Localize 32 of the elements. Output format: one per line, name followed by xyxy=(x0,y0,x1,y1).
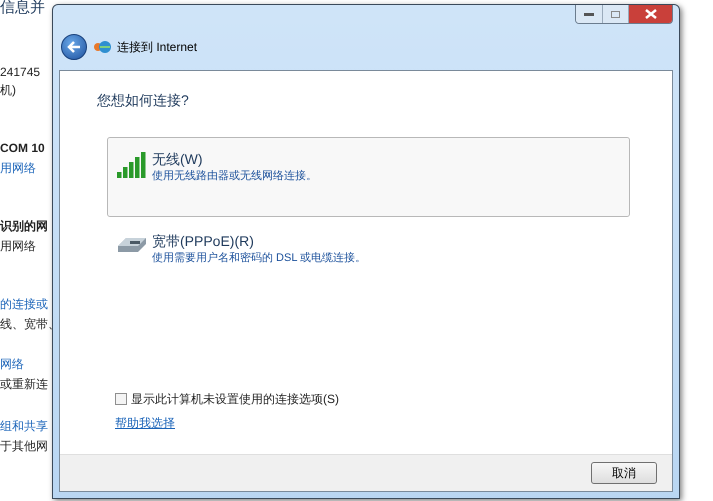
back-arrow-icon xyxy=(67,41,81,53)
cancel-button[interactable]: 取消 xyxy=(591,462,657,484)
background-text: 用网络 xyxy=(0,238,36,254)
option-title: 宽带(PPPoE)(R) xyxy=(152,232,255,250)
page-heading: 您想如何连接? xyxy=(97,91,190,110)
minimize-button[interactable] xyxy=(576,5,602,23)
connection-option[interactable]: 宽带(PPPoE)(R) 使用需要用户名和密码的 DSL 或电缆连接。 xyxy=(107,219,630,299)
checkbox-label: 显示此计算机未设置使用的连接选项(S) xyxy=(131,391,339,408)
background-text: 组和共享 xyxy=(0,418,48,434)
background-text: 241745 xyxy=(0,64,40,80)
help-link[interactable]: 帮助我选择 xyxy=(115,414,175,432)
background-text: 机) xyxy=(0,82,16,98)
background-text: 用网络 xyxy=(0,160,36,176)
close-button[interactable] xyxy=(628,5,672,23)
window-title: 连接到 Internet xyxy=(117,39,198,56)
connection-option[interactable]: 无线(W) 使用无线路由器或无线网络连接。 xyxy=(107,137,630,217)
close-icon xyxy=(644,9,656,19)
background-text: 网络 xyxy=(0,356,24,372)
option-description: 使用无线路由器或无线网络连接。 xyxy=(152,168,317,184)
back-button[interactable] xyxy=(61,34,87,60)
background-text: 于其他网 xyxy=(0,438,48,454)
maximize-button[interactable] xyxy=(602,5,628,23)
background-text: 的连接或 xyxy=(0,296,48,312)
option-description: 使用需要用户名和密码的 DSL 或电缆连接。 xyxy=(152,250,366,266)
option-title: 无线(W) xyxy=(152,150,204,168)
checkbox[interactable] xyxy=(115,393,127,405)
background-text: COM 10 xyxy=(0,140,45,156)
background-text: 线、宽带、 xyxy=(0,316,52,332)
signal-bars-icon xyxy=(117,152,147,178)
background-text: 识别的网 xyxy=(0,218,48,234)
network-globe-icon xyxy=(93,40,111,54)
background-text: 或重新连 xyxy=(0,376,48,392)
